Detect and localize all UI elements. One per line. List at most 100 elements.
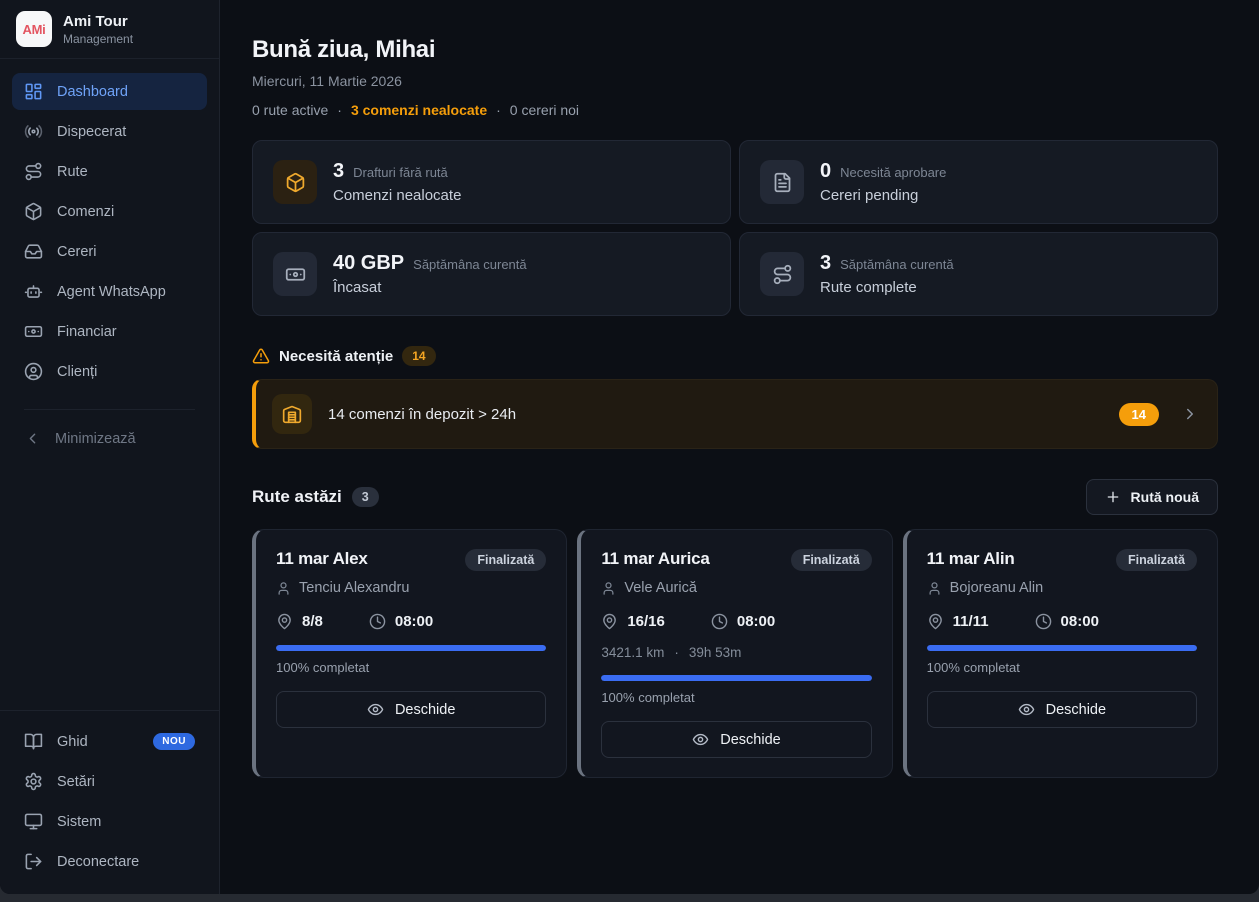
status-summary: 0 rute active · 3 comenzi nealocate · 0 … — [252, 102, 1218, 118]
sidebar-item-label: Agent WhatsApp — [57, 284, 166, 300]
sidebar-divider — [24, 409, 195, 410]
attention-title: Necesită atenție — [279, 348, 393, 365]
brand-header: AMi Ami Tour Management — [0, 0, 219, 59]
route-title: 11 mar Alex — [276, 549, 368, 569]
stops-stat: 11/11 — [927, 613, 989, 630]
sidebar-item-label: Ghid — [57, 734, 88, 750]
driver-name: Vele Aurică — [624, 580, 697, 596]
route-icon — [24, 162, 43, 181]
driver-name: Tenciu Alexandru — [299, 580, 409, 596]
duration-value: 39h 53m — [689, 645, 742, 660]
sidebar-collapse-label: Minimizează — [55, 431, 136, 447]
stat-hint: Săptămâna curentă — [413, 257, 526, 272]
stat-value: 3 — [333, 160, 344, 183]
time-stat: 08:00 — [369, 613, 433, 630]
sidebar-item-label: Deconectare — [57, 854, 139, 870]
open-route-label: Deschide — [1046, 702, 1106, 718]
sidebar-item-cereri[interactable]: Cereri — [12, 233, 207, 270]
inbox-icon — [24, 242, 43, 261]
gear-icon — [24, 772, 43, 791]
status-badge: Finalizată — [791, 549, 872, 571]
clock-icon — [1035, 613, 1052, 630]
sidebar-item-rute[interactable]: Rute — [12, 153, 207, 190]
banknote-icon — [24, 322, 43, 341]
sidebar-item-label: Cereri — [57, 244, 96, 260]
stat-text: 40 GBP Săptămâna curentă Încasat — [333, 252, 527, 296]
date-line: Miercuri, 11 Martie 2026 — [252, 73, 1218, 89]
stat-label: Comenzi nealocate — [333, 187, 461, 204]
stat-card-incasat[interactable]: 40 GBP Săptămâna curentă Încasat — [252, 232, 731, 316]
route-card-alex[interactable]: 11 mar Alex Finalizată Tenciu Alexandru … — [252, 529, 567, 778]
sidebar-item-dashboard[interactable]: Dashboard — [12, 73, 207, 110]
stat-label: Încasat — [333, 279, 527, 296]
stat-text: 3 Săptămâna curentă Rute complete — [820, 252, 954, 296]
sidebar-item-label: Comenzi — [57, 204, 114, 220]
package-icon — [273, 160, 317, 204]
file-text-icon — [760, 160, 804, 204]
progress-fill — [276, 645, 546, 651]
stat-text: 0 Necesită aprobare Cereri pending — [820, 160, 946, 204]
map-pin-icon — [601, 613, 618, 630]
eye-icon — [1018, 701, 1035, 718]
time-stat: 08:00 — [711, 613, 775, 630]
sidebar-item-deconectare[interactable]: Deconectare — [12, 843, 207, 880]
sidebar-item-ghid[interactable]: Ghid NOU — [12, 723, 207, 760]
open-route-button[interactable]: Deschide — [601, 721, 871, 758]
sidebar-item-label: Rute — [57, 164, 88, 180]
sidebar-item-clienti[interactable]: Clienți — [12, 353, 207, 390]
progress-label: 100% completat — [276, 660, 546, 675]
progress-fill — [601, 675, 871, 681]
status-badge: Finalizată — [1116, 549, 1197, 571]
stat-card-cereri-pending[interactable]: 0 Necesită aprobare Cereri pending — [739, 140, 1218, 224]
open-route-label: Deschide — [720, 732, 780, 748]
time-value: 08:00 — [1061, 613, 1099, 630]
time-value: 08:00 — [737, 613, 775, 630]
routes-title: Rute astăzi — [252, 487, 342, 507]
alert-count-badge: 14 — [1119, 403, 1159, 426]
stops-value: 8/8 — [302, 613, 323, 630]
sidebar-item-setari[interactable]: Setări — [12, 763, 207, 800]
sidebar-item-financiar[interactable]: Financiar — [12, 313, 207, 350]
eye-icon — [367, 701, 384, 718]
stat-hint: Săptămâna curentă — [840, 257, 953, 272]
user-circle-icon — [24, 362, 43, 381]
route-card-aurica[interactable]: 11 mar Aurica Finalizată Vele Aurică 16/… — [577, 529, 892, 778]
new-route-label: Rută nouă — [1131, 489, 1199, 505]
user-icon — [276, 581, 291, 596]
user-icon — [927, 581, 942, 596]
status-badge: Finalizată — [465, 549, 546, 571]
route-icon — [760, 252, 804, 296]
stat-value: 40 GBP — [333, 252, 404, 275]
stat-card-comenzi-nealocate[interactable]: 3 Drafturi fără rută Comenzi nealocate — [252, 140, 731, 224]
main-content: Bună ziua, Mihai Miercuri, 11 Martie 202… — [220, 0, 1259, 894]
monitor-icon — [24, 812, 43, 831]
sidebar-item-comenzi[interactable]: Comenzi — [12, 193, 207, 230]
stat-label: Rute complete — [820, 279, 954, 296]
open-route-button[interactable]: Deschide — [276, 691, 546, 728]
route-title: 11 mar Aurica — [601, 549, 709, 569]
page-title: Bună ziua, Mihai — [252, 36, 1218, 64]
stats-grid: 3 Drafturi fără rută Comenzi nealocate 0… — [252, 140, 1218, 316]
stat-card-rute-complete[interactable]: 3 Săptămâna curentă Rute complete — [739, 232, 1218, 316]
open-route-button[interactable]: Deschide — [927, 691, 1197, 728]
sidebar-item-label: Clienți — [57, 364, 97, 380]
progress-bar — [276, 645, 546, 651]
route-meta: 3421.1 km · 39h 53m — [601, 645, 871, 660]
time-value: 08:00 — [395, 613, 433, 630]
route-card-alin[interactable]: 11 mar Alin Finalizată Bojoreanu Alin 11… — [903, 529, 1218, 778]
new-route-button[interactable]: Rută nouă — [1086, 479, 1218, 515]
alert-text: 14 comenzi în depozit > 24h — [328, 406, 516, 423]
active-routes-count: 0 rute active — [252, 102, 328, 118]
warehouse-alert-banner[interactable]: 14 comenzi în depozit > 24h 14 — [252, 379, 1218, 449]
clock-icon — [369, 613, 386, 630]
sidebar-item-sistem[interactable]: Sistem — [12, 803, 207, 840]
radio-icon — [24, 122, 43, 141]
sidebar-item-dispecerat[interactable]: Dispecerat — [12, 113, 207, 150]
separator-dot: · — [496, 102, 501, 118]
sidebar-collapse-button[interactable]: Minimizează — [12, 421, 207, 456]
sidebar-item-agent-whatsapp[interactable]: Agent WhatsApp — [12, 273, 207, 310]
progress-bar — [927, 645, 1197, 651]
clock-icon — [711, 613, 728, 630]
warehouse-icon — [272, 394, 312, 434]
warning-triangle-icon — [252, 347, 270, 365]
